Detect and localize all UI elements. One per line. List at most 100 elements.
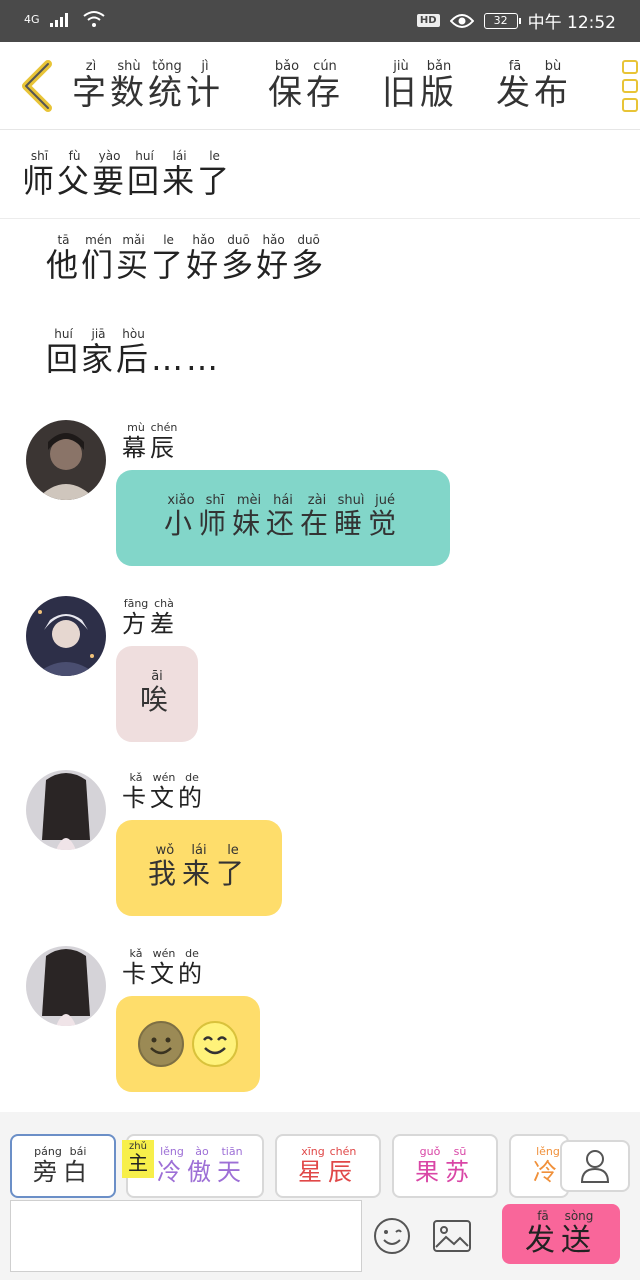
- role-guosu-button[interactable]: 果guǒ苏sū: [392, 1134, 498, 1198]
- ruby-char: 多duō: [291, 233, 326, 284]
- pinyin: jiù: [382, 59, 420, 74]
- hanzi: 布: [534, 73, 572, 113]
- role-label: 星xīng辰chén: [298, 1145, 358, 1187]
- chat-message[interactable]: 卡kǎ文wén的de: [26, 946, 586, 1096]
- pinyin: fāng: [122, 597, 150, 610]
- avatar[interactable]: [26, 596, 106, 676]
- narration-line[interactable]: 师shī父fù要yào回huí来lái了le: [22, 149, 233, 202]
- publish-label: 发fā布bù: [496, 59, 572, 113]
- hanzi: 了: [216, 857, 251, 890]
- ruby-char: 版bǎn: [420, 59, 458, 113]
- message-bubble[interactable]: 小xiǎo师shī妹mèi还hái在zài睡shuì觉jué: [116, 470, 450, 566]
- pinyin: chén: [150, 421, 178, 434]
- ruby-char: 差chà: [150, 597, 178, 638]
- avatar[interactable]: [26, 946, 106, 1026]
- save-button[interactable]: 保bǎo存cún: [268, 59, 344, 114]
- ruby-char: 傲ào: [187, 1145, 217, 1186]
- ruby-char: 布bù: [534, 59, 572, 113]
- chat-message[interactable]: 卡kǎ文wén的de 我wǒ来lái了le: [26, 770, 586, 920]
- pinyin: tǒng: [148, 59, 186, 74]
- hanzi: 存: [306, 73, 344, 113]
- avatar[interactable]: [26, 420, 106, 500]
- signal-icon: [49, 13, 68, 27]
- message-bubble[interactable]: 唉āi: [116, 646, 198, 742]
- pinyin: shī: [197, 493, 232, 508]
- role-label: 果guǒ苏sū: [415, 1144, 475, 1187]
- hanzi: 冷: [157, 1157, 187, 1186]
- chat-message[interactable]: 幕mù辰chén 小xiǎo师shī妹mèi还hái在zài睡shuì觉jué: [26, 420, 586, 570]
- hd-icon: HD: [416, 14, 440, 27]
- battery-icon: 32: [483, 12, 521, 29]
- pinyin: lái: [181, 843, 216, 858]
- emoji-button[interactable]: [372, 1216, 412, 1256]
- avatar-image: [26, 946, 106, 1026]
- narration-text: 他tā们mén买mǎi了le好hǎo多duō好hǎo多duō: [46, 233, 326, 284]
- word-count-button[interactable]: 字zì数shù统tǒng计jì: [72, 59, 224, 114]
- battery-level: 32: [493, 14, 508, 27]
- narration-line[interactable]: 他tā们mén买mǎi了le好hǎo多duō好hǎo多duō: [46, 233, 326, 286]
- publish-button[interactable]: 发fā布bù: [496, 59, 572, 114]
- pinyin: chà: [150, 597, 178, 610]
- pinyin: hǎo: [256, 233, 292, 247]
- pinyin: lái: [162, 149, 198, 163]
- pinyin: sòng: [561, 1208, 597, 1223]
- pinyin: huí: [46, 327, 82, 341]
- pinyin: wén: [150, 771, 178, 784]
- ruby-char: 妹mèi: [232, 493, 266, 540]
- ruby-char: 发fā: [496, 59, 534, 113]
- send-button[interactable]: 发fā送sòng: [502, 1204, 620, 1264]
- menu-button[interactable]: [622, 56, 640, 116]
- hanzi: 唉: [139, 683, 174, 716]
- pinyin: fā: [496, 59, 534, 74]
- hanzi: 幕: [122, 434, 150, 462]
- ruby-char: 买mǎi: [116, 233, 151, 284]
- image-button[interactable]: [432, 1216, 472, 1256]
- message-input[interactable]: [10, 1200, 362, 1272]
- hanzi: 苏: [445, 1157, 475, 1186]
- message-bubble[interactable]: 我wǒ来lái了le: [116, 820, 282, 916]
- hanzi: 好: [256, 246, 292, 284]
- hanzi: 方: [122, 610, 150, 638]
- network-label: 4G: [24, 12, 40, 26]
- pinyin: guǒ: [415, 1144, 445, 1158]
- hanzi: 了: [197, 162, 233, 200]
- avatar[interactable]: [26, 770, 106, 850]
- pinyin: le: [197, 149, 233, 163]
- back-button[interactable]: [14, 56, 60, 116]
- ruby-char: ……: [151, 340, 221, 378]
- ruby-char: 星xīng: [298, 1145, 328, 1186]
- pinyin: zì: [72, 59, 110, 74]
- ruby-char: 师shī: [22, 149, 57, 200]
- old-version-button[interactable]: 旧jiù版bǎn: [382, 59, 458, 114]
- ruby-char: 在zài: [300, 493, 334, 540]
- pinyin: kǎ: [122, 771, 150, 784]
- hanzi: 果: [415, 1157, 445, 1186]
- ruby-char: 计jì: [186, 59, 224, 113]
- ruby-char: 来lái: [162, 149, 197, 200]
- hanzi: 父: [57, 162, 93, 200]
- role-narrator-button[interactable]: 旁páng白bái: [10, 1134, 116, 1198]
- chat-message[interactable]: 方fāng差chà 唉āi: [26, 596, 586, 746]
- pinyin: āi: [139, 669, 174, 684]
- pinyin: hòu: [116, 327, 152, 341]
- narration-line[interactable]: 回huí家jiā后hòu……: [46, 327, 221, 380]
- status-bar: 4G HD 32 中午 12:52: [0, 0, 640, 42]
- hanzi: ……: [151, 340, 222, 378]
- role-xingchen-button[interactable]: 星xīng辰chén: [275, 1134, 381, 1198]
- ruby-char: 存cún: [306, 59, 344, 113]
- pinyin: bǎn: [420, 59, 458, 74]
- person-icon: [580, 1150, 610, 1183]
- pinyin: fā: [525, 1208, 561, 1223]
- profile-button[interactable]: [560, 1140, 630, 1192]
- compose-panel: 旁páng白bái 冷lěng傲ào天tiān 主zhǔ 星xīng辰chén …: [0, 1112, 640, 1280]
- pinyin: páng: [33, 1144, 63, 1158]
- chevron-left-icon: [22, 60, 52, 112]
- ruby-char: 回huí: [127, 149, 162, 200]
- message-bubble[interactable]: [116, 996, 260, 1092]
- hanzi: 好: [186, 246, 222, 284]
- pinyin: jiā: [81, 327, 117, 341]
- ruby-char: 好hǎo: [256, 233, 292, 284]
- hanzi: 们: [81, 246, 117, 284]
- menu-dot-icon: [622, 79, 638, 93]
- ruby-char: 好hǎo: [186, 233, 222, 284]
